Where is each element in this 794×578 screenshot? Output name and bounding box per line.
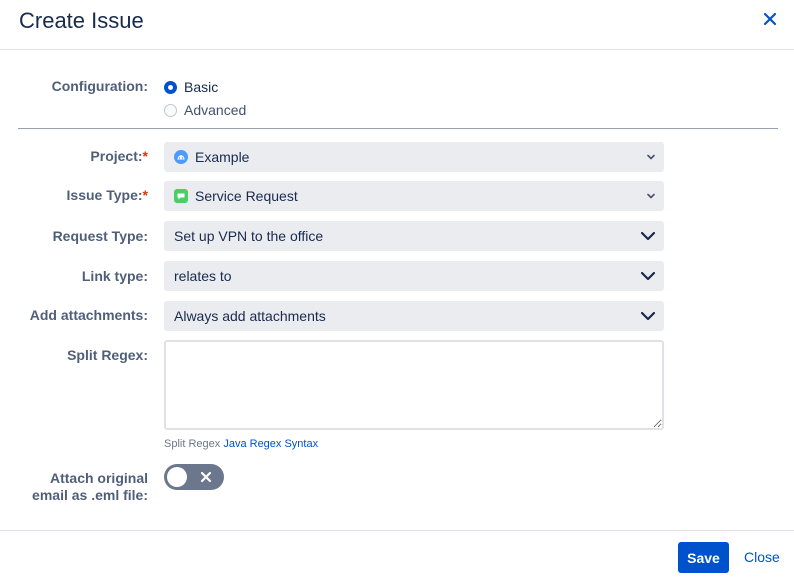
chevron-down-icon — [640, 271, 656, 281]
dialog-footer — [0, 530, 794, 578]
project-avatar-icon — [174, 150, 188, 164]
required-marker: * — [142, 148, 148, 164]
radio-checked-icon[interactable] — [164, 80, 177, 94]
split-regex-help-text: Split Regex — [164, 438, 221, 450]
toggle-off-x-icon — [200, 471, 212, 483]
add-attachments-label: Add attachments: — [29, 307, 148, 323]
add-attachments-select[interactable]: Always add attachments — [164, 301, 664, 331]
save-button[interactable]: Save — [678, 542, 729, 573]
request-type-select[interactable]: Set up VPN to the office — [164, 221, 664, 251]
issue-type-label: Issue Type:* — [66, 187, 148, 203]
chevron-down-icon — [647, 154, 655, 160]
link-type-label: Link type: — [81, 268, 148, 284]
configuration-label: Configuration: — [51, 78, 148, 94]
link-type-select[interactable]: relates to — [164, 261, 664, 291]
radio-advanced-label: Advanced — [184, 102, 247, 118]
radio-unchecked-icon[interactable] — [164, 103, 177, 117]
request-type-label: Request Type: — [52, 228, 148, 244]
close-icon[interactable] — [761, 10, 779, 28]
radio-advanced[interactable]: Advanced — [164, 101, 246, 119]
radio-basic-label: Basic — [184, 79, 219, 95]
add-attachments-value: Always add attachments — [174, 308, 326, 324]
request-type-value: Set up VPN to the office — [174, 228, 324, 244]
required-marker: * — [142, 187, 148, 203]
toggle-knob — [167, 467, 187, 487]
split-regex-textarea[interactable] — [164, 340, 664, 430]
dialog-header: Create Issue — [0, 0, 794, 50]
attach-eml-label: Attach original email as .eml file: — [0, 470, 148, 504]
attach-eml-label-line1: Attach original — [49, 470, 148, 486]
split-regex-label: Split Regex: — [67, 347, 148, 363]
project-value: Example — [195, 149, 250, 165]
chevron-down-icon — [640, 231, 656, 241]
section-divider — [18, 128, 778, 129]
issue-type-value: Service Request — [195, 188, 298, 204]
chevron-down-icon — [647, 193, 655, 199]
radio-basic[interactable]: Basic — [164, 78, 218, 96]
issue-type-select[interactable]: Service Request — [164, 181, 664, 211]
attach-eml-toggle[interactable] — [164, 464, 224, 490]
split-regex-help: Split Regex Java Regex Syntax — [164, 438, 318, 450]
link-type-value: relates to — [174, 268, 232, 284]
dialog-title: Create Issue — [19, 8, 144, 33]
project-label: Project:* — [90, 148, 148, 164]
java-regex-syntax-link[interactable]: Java Regex Syntax — [223, 438, 318, 450]
attach-eml-label-line2: email as .eml file: — [32, 487, 148, 503]
service-request-icon — [174, 189, 188, 203]
chevron-down-icon — [640, 311, 656, 321]
close-button[interactable]: Close — [744, 549, 780, 565]
project-select[interactable]: Example — [164, 142, 664, 172]
